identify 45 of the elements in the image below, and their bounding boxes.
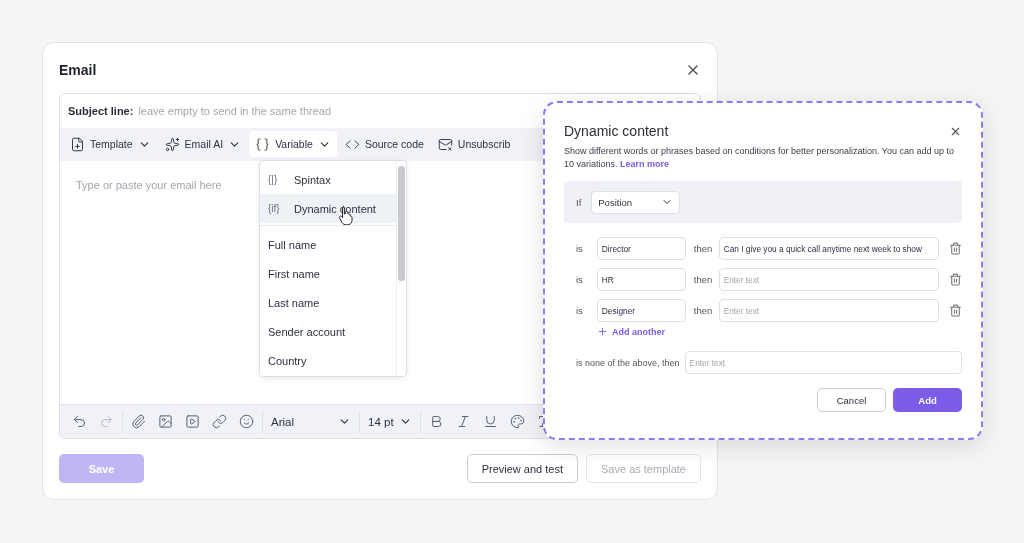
is-label: is — [576, 274, 584, 285]
item-label: Spintax — [294, 173, 331, 186]
glyph-label: {|} — [268, 174, 279, 185]
position-select[interactable]: Position — [591, 190, 681, 214]
glyph-label: {if} — [268, 203, 281, 214]
value-field[interactable]: Designer — [596, 299, 686, 322]
size-select[interactable]: 14 pt — [362, 415, 418, 428]
outline-button[interactable]: Preview and test — [466, 454, 578, 483]
add-another-link[interactable]: Add another — [597, 326, 665, 337]
text-field[interactable]: Enter text — [718, 268, 939, 291]
scrollbar-thumb[interactable] — [398, 166, 405, 281]
toolbar-button[interactable]: Template — [64, 131, 157, 157]
braces-icon — [255, 136, 271, 152]
cancel-button[interactable]: Cancel — [817, 388, 886, 412]
sparkles-icon — [164, 136, 180, 152]
value-field[interactable]: Director — [596, 237, 686, 260]
subject-label: Subject line: — [68, 104, 134, 117]
plus-icon — [597, 326, 608, 337]
toolbar-button[interactable]: Email AI — [158, 131, 248, 157]
mail-x-icon — [437, 136, 453, 152]
trash-icon[interactable] — [949, 304, 962, 317]
font-select[interactable]: Arial — [265, 415, 357, 428]
file-plus-icon — [70, 136, 85, 152]
fallback-label: is none of the above, then — [576, 357, 680, 368]
toolbar-label: Source code — [364, 138, 424, 150]
toolbar-label: Email AI — [184, 138, 224, 150]
toolbar-label: Template — [90, 138, 133, 150]
trash-icon[interactable] — [949, 273, 962, 286]
email-title: Email — [59, 61, 97, 78]
is-label: is — [576, 305, 584, 316]
is-label: is — [576, 243, 584, 254]
text-field[interactable]: Can I give you a quick call anytime next week to show — [718, 237, 939, 260]
add-button[interactable]: Add — [893, 388, 962, 412]
toolbar-label: Variable — [275, 138, 313, 150]
if-label: If — [576, 196, 582, 208]
fallback-field[interactable]: Enter text — [684, 351, 962, 374]
learn-more-link[interactable]: Learn more — [620, 159, 670, 169]
dialog-title: Dynamic content — [564, 123, 669, 139]
toolbar-label: Unsubscrib — [457, 138, 511, 150]
trash-icon[interactable] — [949, 242, 962, 255]
value-field[interactable]: HR — [596, 268, 686, 291]
text-field[interactable]: Enter text — [718, 299, 939, 322]
toolbar-button[interactable]: Unsubscrib — [431, 131, 517, 157]
toolbar-button[interactable]: Variable — [249, 131, 337, 157]
toolbar-button[interactable]: Source code — [338, 131, 430, 157]
